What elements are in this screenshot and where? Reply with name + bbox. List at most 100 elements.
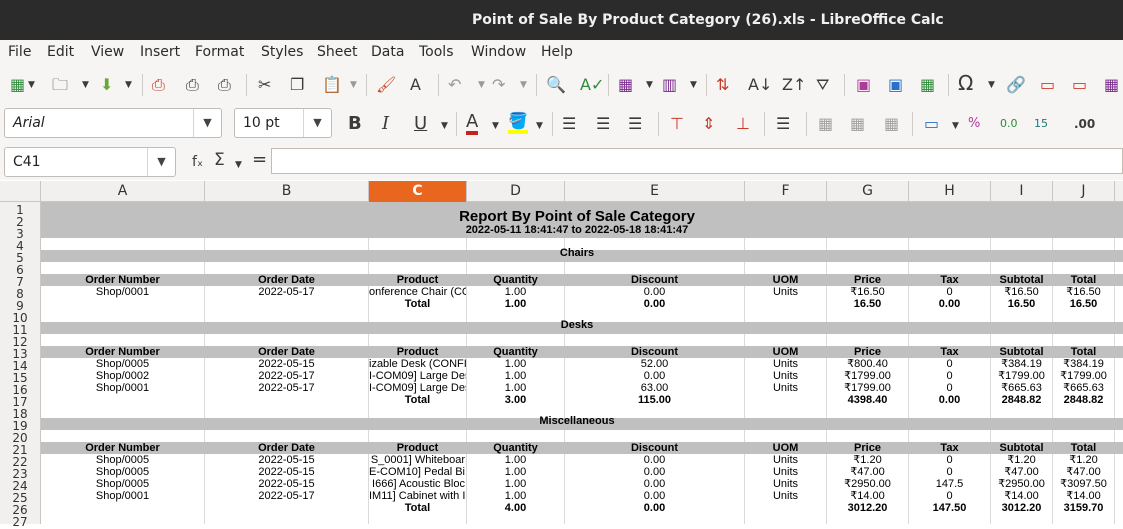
percent-format-icon[interactable]: %: [968, 114, 980, 134]
underline-icon[interactable]: U: [414, 114, 427, 134]
column-header-i[interactable]: I: [991, 181, 1053, 202]
row-icon[interactable]: ▦: [618, 75, 633, 95]
font-name-combo[interactable]: Arial ▼: [4, 108, 222, 138]
merge-center-icon[interactable]: ▦: [818, 114, 833, 134]
print-icon[interactable]: ⎙: [186, 75, 199, 95]
function-wizard-icon[interactable]: fₓ: [192, 152, 203, 172]
menu-file[interactable]: File: [8, 44, 31, 60]
align-left-icon[interactable]: ☰: [562, 114, 576, 134]
undo-dropdown-icon[interactable]: ▼: [478, 75, 485, 95]
save-dropdown-icon[interactable]: ▼: [125, 75, 132, 95]
hyperlink-icon[interactable]: 🔗: [1006, 75, 1026, 95]
total-quantity: 1.00: [504, 298, 527, 310]
column-header-c[interactable]: C: [369, 181, 467, 202]
formula-input[interactable]: [271, 148, 1123, 174]
redo-icon[interactable]: ↷: [492, 75, 505, 95]
save-icon[interactable]: ⬇: [100, 75, 113, 95]
menu-data[interactable]: Data: [371, 44, 404, 60]
cut-icon[interactable]: ✂: [258, 75, 271, 95]
menu-tools[interactable]: Tools: [419, 44, 454, 60]
redo-dropdown-icon[interactable]: ▼: [520, 75, 527, 95]
currency-format-icon[interactable]: ▭: [924, 114, 939, 134]
sort-icon[interactable]: ⇅: [716, 75, 729, 95]
column-header-b[interactable]: B: [205, 181, 369, 202]
unmerge-cells-icon[interactable]: ▦: [884, 114, 899, 134]
formula-icon[interactable]: =: [252, 150, 267, 170]
bold-icon[interactable]: B: [348, 114, 362, 134]
number-format-icon[interactable]: 0.0: [1000, 114, 1018, 134]
wrap-text-icon[interactable]: ☰: [776, 114, 790, 134]
merge-cells-icon[interactable]: ▦: [850, 114, 865, 134]
special-character-dropdown-icon[interactable]: ▼: [988, 75, 995, 95]
cell-total: ₹47.00: [1066, 466, 1101, 478]
spelling-icon[interactable]: A✓: [580, 75, 604, 95]
column-header-g[interactable]: G: [827, 181, 909, 202]
clone-formatting-icon[interactable]: 🖌: [376, 75, 396, 95]
align-middle-icon[interactable]: ⇕: [702, 114, 715, 134]
font-size-dropdown-icon[interactable]: ▼: [303, 109, 331, 137]
menu-view[interactable]: View: [91, 44, 124, 60]
column-header-e[interactable]: E: [565, 181, 745, 202]
add-decimal-icon[interactable]: .00: [1074, 114, 1095, 134]
autofilter-icon[interactable]: ⛛: [816, 75, 829, 95]
menu-sheet[interactable]: Sheet: [317, 44, 357, 60]
paste-dropdown-icon[interactable]: ▼: [350, 75, 357, 95]
clear-formatting-icon[interactable]: A: [410, 75, 421, 95]
underline-dropdown-icon[interactable]: ▼: [441, 116, 448, 136]
align-top-icon[interactable]: ⊤: [670, 114, 684, 134]
new-document-icon[interactable]: ▦: [10, 75, 25, 95]
column-header-j[interactable]: J: [1053, 181, 1115, 202]
menu-help[interactable]: Help: [541, 44, 573, 60]
italic-icon[interactable]: I: [382, 114, 389, 134]
copy-icon[interactable]: ❐: [290, 75, 304, 95]
column-dropdown-icon[interactable]: ▼: [690, 75, 697, 95]
column-header-h[interactable]: H: [909, 181, 991, 202]
comment-icon[interactable]: ▭: [1040, 75, 1055, 95]
align-bottom-icon[interactable]: ⊥: [736, 114, 750, 134]
menu-format[interactable]: Format: [195, 44, 244, 60]
spreadsheet-grid[interactable]: Report By Point of Sale Category 2022-05…: [41, 202, 1123, 524]
menu-edit[interactable]: Edit: [47, 44, 74, 60]
sort-ascending-icon[interactable]: A↓: [748, 75, 772, 95]
print-preview-icon[interactable]: ⎙: [218, 75, 231, 95]
insert-image-icon[interactable]: ▣: [856, 75, 871, 95]
background-color-icon[interactable]: 🪣: [508, 112, 528, 134]
column-header-a[interactable]: A: [41, 181, 205, 202]
sum-icon[interactable]: Σ: [214, 150, 225, 170]
row-header[interactable]: 27: [0, 516, 40, 528]
row-dropdown-icon[interactable]: ▼: [646, 75, 653, 95]
export-pdf-icon[interactable]: ⎙: [152, 75, 165, 95]
sort-descending-icon[interactable]: Z↑: [782, 75, 806, 95]
align-center-icon[interactable]: ☰: [596, 114, 610, 134]
find-replace-icon[interactable]: 🔍: [546, 75, 566, 95]
name-box-dropdown-icon[interactable]: ▼: [147, 148, 175, 176]
font-color-icon[interactable]: A: [466, 113, 479, 135]
menu-styles[interactable]: Styles: [261, 44, 303, 60]
font-color-dropdown-icon[interactable]: ▼: [492, 116, 499, 136]
special-character-icon[interactable]: Ω: [958, 73, 973, 93]
sum-dropdown-icon[interactable]: ▼: [235, 155, 242, 175]
insert-chart-icon[interactable]: ▣: [888, 75, 903, 95]
pivot-table-icon[interactable]: ▦: [920, 75, 935, 95]
column-header-d[interactable]: D: [467, 181, 565, 202]
select-all-corner[interactable]: [0, 181, 41, 202]
align-right-icon[interactable]: ☰: [628, 114, 642, 134]
menu-window[interactable]: Window: [471, 44, 526, 60]
open-folder-icon[interactable]: 🗀: [52, 75, 68, 95]
paste-icon[interactable]: 📋: [322, 75, 342, 95]
date-format-icon[interactable]: 15: [1034, 114, 1048, 134]
column-header-f[interactable]: F: [745, 181, 827, 202]
define-print-area-icon[interactable]: ▦: [1104, 75, 1119, 95]
currency-dropdown-icon[interactable]: ▼: [952, 116, 959, 136]
open-dropdown-icon[interactable]: ▼: [82, 75, 89, 95]
undo-icon[interactable]: ↶: [448, 75, 461, 95]
total-label: Total: [404, 394, 431, 406]
font-size-combo[interactable]: 10 pt ▼: [234, 108, 332, 138]
new-dropdown-icon[interactable]: ▼: [28, 75, 35, 95]
font-name-dropdown-icon[interactable]: ▼: [193, 109, 221, 137]
column-icon[interactable]: ▥: [662, 75, 677, 95]
name-box[interactable]: C41 ▼: [4, 147, 176, 177]
headers-footers-icon[interactable]: ▭: [1072, 75, 1087, 95]
background-color-dropdown-icon[interactable]: ▼: [536, 116, 543, 136]
menu-insert[interactable]: Insert: [140, 44, 180, 60]
